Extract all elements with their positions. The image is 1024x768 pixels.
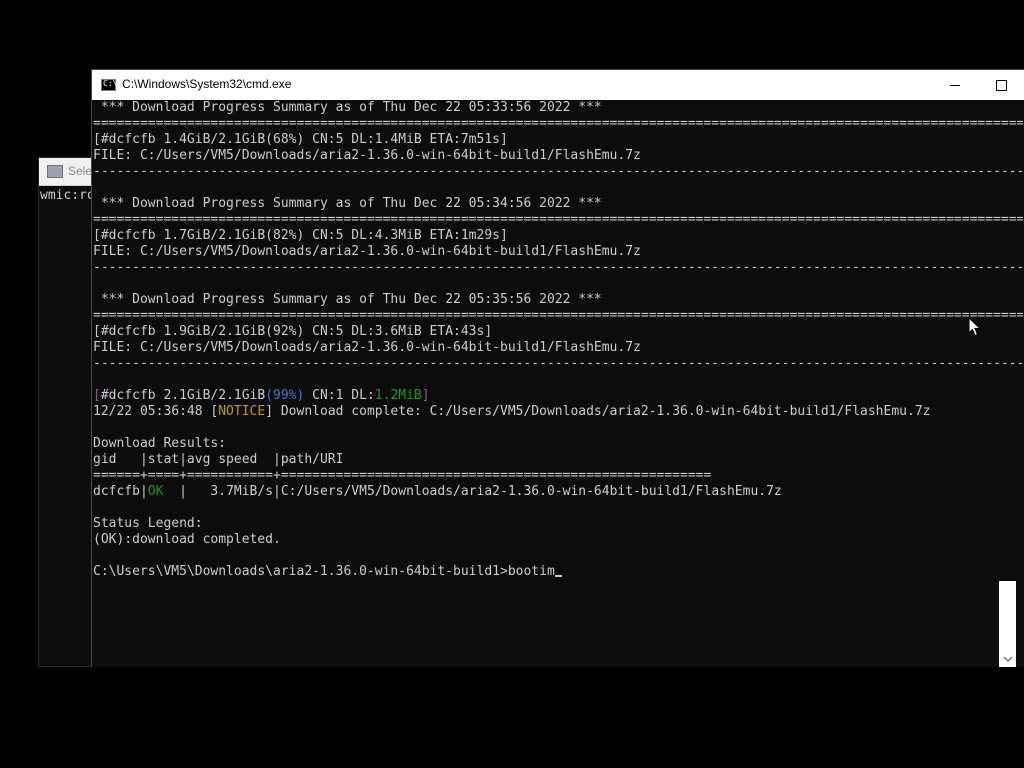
- bracket-open: [: [93, 388, 101, 403]
- console-output[interactable]: *** Download Progress Summary as of Thu …: [93, 100, 1023, 667]
- file-line: FILE: C:/Users/VM5/Downloads/aria2-1.36.…: [93, 244, 641, 259]
- text-cursor: [554, 575, 562, 577]
- notice-line: 12/22 05:36:48 [NOTICE] Download complet…: [93, 404, 930, 420]
- mouse-pointer-icon: [968, 317, 981, 337]
- result-row: dcfcfb|OK | 3.7MiB/s|C:/Users/VM5/Downlo…: [93, 484, 782, 500]
- background-console-text: wmic:ro: [40, 188, 95, 203]
- vertical-scrollbar[interactable]: [999, 581, 1016, 667]
- summary-header: *** Download Progress Summary as of Thu …: [93, 292, 602, 307]
- file-line: FILE: C:/Users/VM5/Downloads/aria2-1.36.…: [93, 148, 641, 163]
- progress-speed: 1.2MiB: [374, 388, 422, 403]
- bracket-close: ]: [421, 388, 430, 403]
- legend-title: Status Legend:: [93, 516, 203, 531]
- cmd-icon-glyph: C:\: [103, 79, 118, 88]
- notice-text: ] Download complete: C:/Users/VM5/Downlo…: [265, 404, 931, 419]
- minimize-button[interactable]: [932, 70, 978, 100]
- final-progress-line: [#dcfcfb 2.1GiB/2.1GiB(99%) CN:1 DL:1.2M…: [93, 388, 430, 404]
- window-titlebar[interactable]: C:\ C:\Windows\System32\cmd.exe: [92, 70, 1024, 100]
- progress-connections: CN:1 DL:: [304, 388, 375, 403]
- notice-tag: NOTICE: [218, 404, 266, 419]
- progress-line: [#dcfcfb 1.7GiB/2.1GiB(82%) CN:5 DL:4.3M…: [93, 228, 508, 243]
- cmd-icon: C:\: [101, 79, 118, 91]
- results-header: gid |stat|avg speed |path/URI: [93, 452, 344, 467]
- separator-line: ========================================…: [93, 308, 1023, 323]
- separator-line: ========================================…: [93, 116, 1023, 131]
- progress-percent: (99%): [265, 388, 305, 403]
- dash-line: ----------------------------------------…: [93, 260, 1023, 275]
- chevron-down-icon: [1003, 656, 1012, 662]
- minimize-icon: [950, 84, 960, 86]
- notice-time: 12/22 05:36:48 [: [93, 404, 219, 419]
- result-status: OK: [147, 484, 164, 499]
- command-input[interactable]: bootim: [508, 564, 555, 579]
- background-window-title: Sele: [68, 164, 93, 178]
- results-separator: ======+====+===========+================…: [93, 468, 712, 483]
- dash-line: ----------------------------------------…: [93, 356, 1023, 371]
- command-prompt-line[interactable]: C:\Users\VM5\Downloads\aria2-1.36.0-win-…: [93, 564, 562, 580]
- maximize-icon: [995, 79, 1007, 91]
- maximize-button[interactable]: [978, 70, 1024, 100]
- separator-line: ========================================…: [93, 212, 1023, 227]
- scroll-down-button[interactable]: [999, 650, 1016, 667]
- cmd-window[interactable]: C:\ C:\Windows\System32\cmd.exe *** Down…: [91, 69, 1024, 667]
- summary-header: *** Download Progress Summary as of Thu …: [93, 196, 602, 211]
- prompt-path: C:\Users\VM5\Downloads\aria2-1.36.0-win-…: [93, 564, 508, 579]
- result-gid: dcfcfb|: [93, 484, 148, 499]
- result-details: | 3.7MiB/s|C:/Users/VM5/Downloads/aria2-…: [163, 484, 782, 499]
- scrollbar-thumb[interactable]: [999, 581, 1016, 648]
- progress-size: #dcfcfb 2.1GiB/2.1GiB: [100, 388, 266, 403]
- window-icon: [47, 165, 63, 178]
- progress-line: [#dcfcfb 1.4GiB/2.1GiB(68%) CN:5 DL:1.4M…: [93, 132, 508, 147]
- window-title: C:\Windows\System32\cmd.exe: [122, 77, 292, 91]
- results-title: Download Results:: [93, 436, 227, 451]
- progress-line: [#dcfcfb 1.9GiB/2.1GiB(92%) CN:5 DL:3.6M…: [93, 324, 493, 339]
- dash-line: ----------------------------------------…: [93, 164, 1023, 179]
- summary-header: *** Download Progress Summary as of Thu …: [93, 100, 602, 115]
- file-line: FILE: C:/Users/VM5/Downloads/aria2-1.36.…: [93, 340, 641, 355]
- legend-line: (OK):download completed.: [93, 532, 281, 547]
